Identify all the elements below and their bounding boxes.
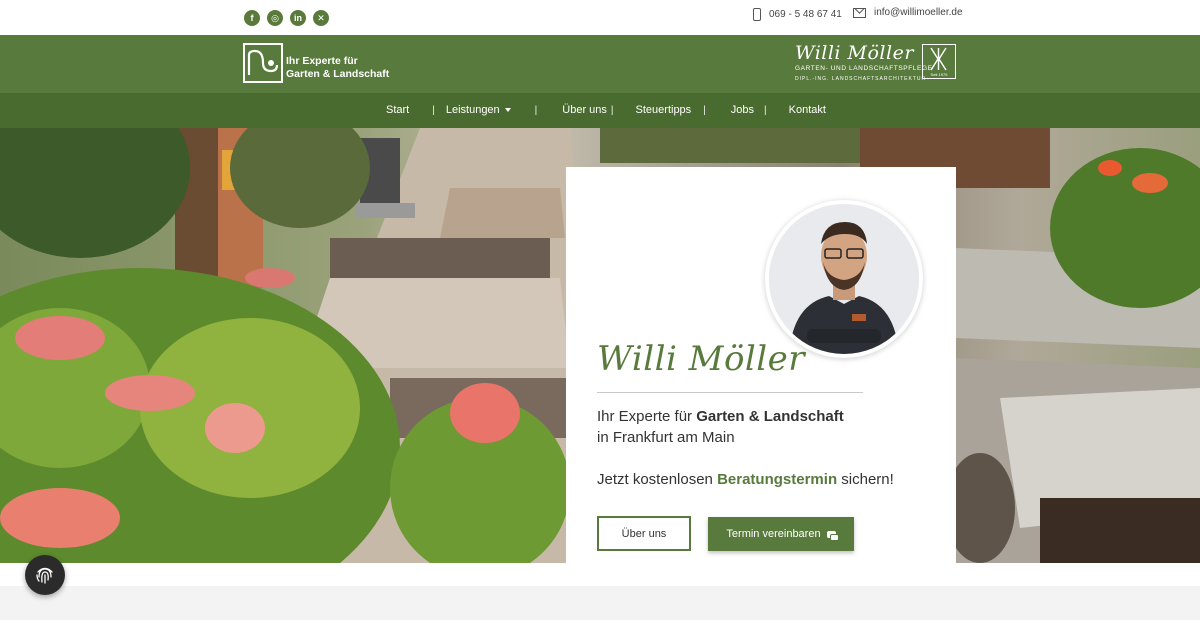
cta-prefix: Jetzt kostenlosen bbox=[597, 471, 718, 488]
hero-tagline: Ihr Experte für Garten & Landschaft in F… bbox=[597, 406, 844, 448]
tagline-prefix: Ihr Experte für bbox=[597, 408, 697, 425]
divider bbox=[597, 392, 863, 393]
nav-item-leistungen[interactable]: Leistungen bbox=[446, 104, 511, 116]
tagline-highlight: Garten & Landschaft bbox=[696, 408, 844, 425]
appointment-button[interactable]: Termin vereinbaren bbox=[708, 517, 854, 551]
brand-year: Seit 1975 bbox=[930, 72, 948, 77]
nav-item-kontakt[interactable]: Kontakt bbox=[789, 104, 826, 116]
xing-icon[interactable]: ✕ bbox=[313, 10, 329, 26]
cta-highlight: Beratungstermin bbox=[717, 471, 838, 488]
facebook-icon[interactable]: f bbox=[244, 10, 260, 26]
nav-divider: | bbox=[432, 104, 435, 116]
site-header: Ihr Experte für Garten & Landschaft Will… bbox=[0, 35, 1200, 93]
appointment-button-label: Termin vereinbaren bbox=[726, 528, 821, 540]
phone-link[interactable]: 069 - 5 48 67 41 bbox=[753, 8, 842, 21]
nav-item-start[interactable]: Start bbox=[386, 104, 409, 116]
instagram-icon[interactable]: ◎ bbox=[267, 10, 283, 26]
nav-item-steuertipps[interactable]: Steuertipps bbox=[636, 104, 692, 116]
phone-number[interactable]: 069 - 5 48 67 41 bbox=[769, 9, 842, 20]
brand-emblem-icon: Seit 1975 bbox=[922, 44, 956, 79]
hero-cta-text: Jetzt kostenlosen Beratungstermin sicher… bbox=[597, 471, 894, 488]
next-section-strip bbox=[0, 586, 1200, 620]
about-us-button[interactable]: Über uns bbox=[597, 516, 691, 551]
hero-name: Willi Möller bbox=[597, 339, 806, 379]
nav-item-label: Leistungen bbox=[445, 104, 500, 116]
site-logo[interactable]: Ihr Experte für Garten & Landschaft bbox=[243, 43, 389, 83]
fingerprint-icon bbox=[36, 567, 53, 584]
mail-icon bbox=[853, 7, 866, 18]
nav-divider: | bbox=[764, 104, 767, 116]
main-nav: Start | Leistungen | Über uns | Steuerti… bbox=[0, 93, 1200, 128]
logo-line-2: Garten & Landschaft bbox=[286, 68, 390, 80]
linkedin-icon[interactable]: in bbox=[290, 10, 306, 26]
nav-divider: | bbox=[610, 104, 614, 116]
top-bar: f ◎ in ✕ 069 - 5 48 67 41 info@willimoel… bbox=[0, 0, 1200, 35]
brand-logo[interactable]: Willi Möller GARTEN- UND LANDSCHAFTSPFLE… bbox=[795, 42, 956, 82]
logo-text: Ihr Experte für Garten & Landschaft bbox=[286, 55, 389, 81]
nav-item-jobs[interactable]: Jobs bbox=[731, 104, 754, 116]
cta-suffix: sichern! bbox=[837, 471, 894, 488]
nav-divider: | bbox=[534, 104, 538, 116]
brand-subtitle-2: DIPL.-ING. LANDSCHAFTSARCHITEKTUR bbox=[795, 76, 927, 82]
nav-item-ueber-uns[interactable]: Über uns bbox=[562, 104, 607, 116]
chevron-down-icon bbox=[504, 108, 511, 113]
brand-subtitle-1: GARTEN- UND LANDSCHAFTSPFLEGE bbox=[795, 65, 933, 72]
email-address[interactable]: info@willimoeller.de bbox=[874, 7, 963, 18]
about-us-button-label: Über uns bbox=[621, 527, 667, 540]
chat-icon bbox=[826, 530, 839, 541]
logo-mark-icon bbox=[243, 43, 283, 83]
social-links: f ◎ in ✕ bbox=[244, 10, 329, 26]
email-link[interactable]: info@willimoeller.de bbox=[853, 7, 963, 18]
nav-divider: | bbox=[703, 104, 706, 116]
logo-line-1: Ihr Experte für bbox=[286, 55, 358, 67]
fingerprint-privacy-button[interactable] bbox=[25, 555, 65, 595]
tagline-location: in Frankfurt am Main bbox=[597, 429, 735, 446]
brand-name: Willi Möller bbox=[795, 42, 914, 64]
avatar bbox=[765, 200, 923, 358]
phone-icon bbox=[753, 8, 761, 21]
